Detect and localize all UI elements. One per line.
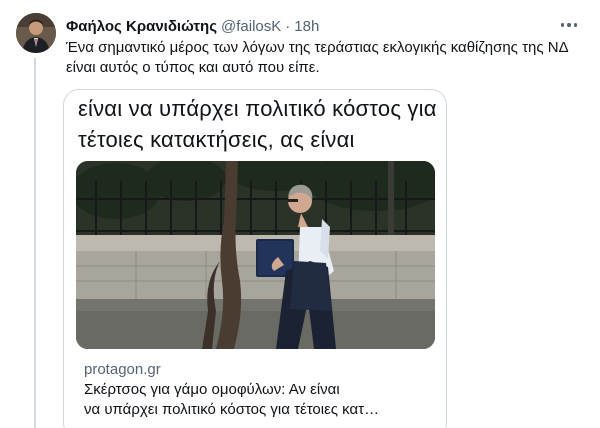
avatar[interactable] — [16, 13, 56, 53]
link-preview-image[interactable] — [76, 161, 435, 349]
author-name[interactable]: Φαήλος Κρανιδιώτης — [66, 18, 217, 35]
author-handle[interactable]: @failosK — [221, 18, 281, 35]
link-title: Σκέρτσος για γάμο ομοφύλων: Αν είναι να … — [84, 380, 434, 420]
link-domain: protagon.gr — [84, 361, 161, 378]
tweet[interactable]: Φαήλος Κρανιδιώτης @failosK · 18h Ένα ση… — [0, 0, 600, 428]
link-title-line-1: Σκέρτσος για γάμο ομοφύλων: Αν είναι — [84, 381, 340, 398]
tweet-text: Ένα σημαντικό μέρος των λόγων της τεράστ… — [66, 39, 568, 76]
quote-text: είναι να υπάρχει πολιτικό κόστος για τέτ… — [78, 96, 437, 152]
quoted-card[interactable]: είναι να υπάρχει πολιτικό κόστος για τέτ… — [63, 89, 447, 428]
more-horizontal-icon[interactable] — [556, 14, 582, 36]
thread-line — [34, 58, 36, 428]
link-title-line-2: να υπάρχει πολιτικό κόστος για τέτοιες κ… — [84, 401, 380, 418]
avatar-image — [16, 13, 56, 53]
timestamp[interactable]: 18h — [294, 18, 319, 35]
separator-dot: · — [285, 17, 291, 35]
tweet-header: Φαήλος Κρανιδιώτης @failosK · 18h — [66, 16, 319, 36]
